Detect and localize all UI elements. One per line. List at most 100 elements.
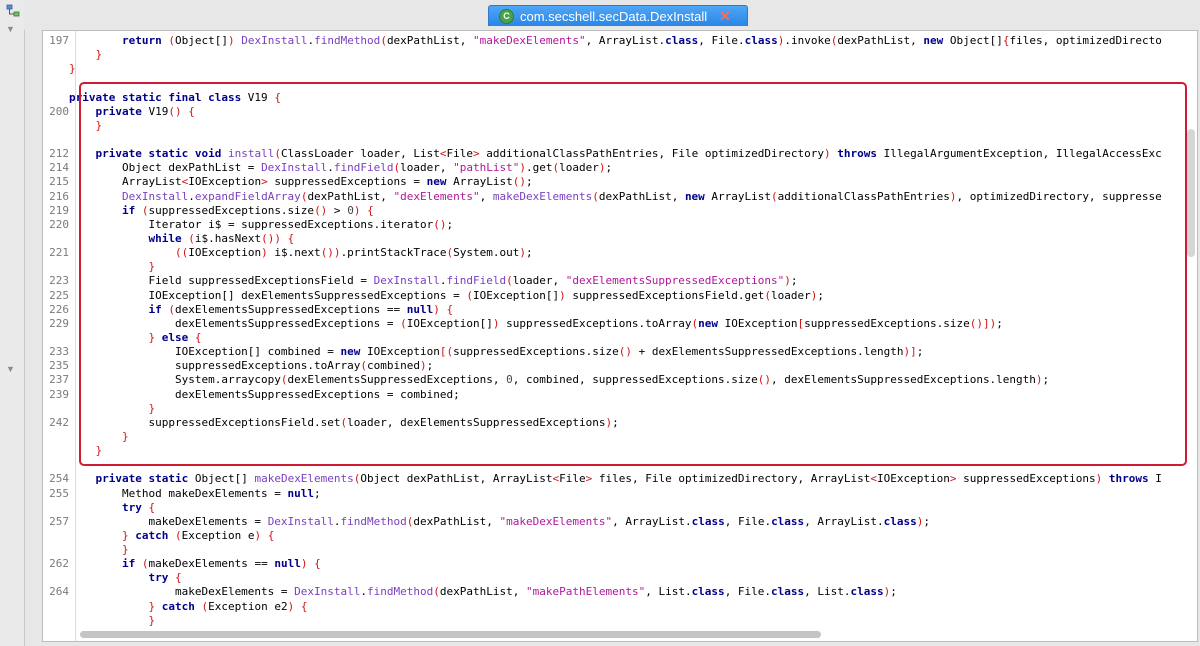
code-token: suppressedExceptionsField.get bbox=[565, 288, 765, 302]
code-token: ) bbox=[227, 34, 235, 47]
collapse-arrow-icon[interactable]: ▼ bbox=[6, 364, 15, 374]
code-text: suppressedExceptionsField.set(loader, de… bbox=[69, 416, 618, 430]
code-line[interactable]: 235 suppressedExceptions.toArray(combine… bbox=[43, 359, 1181, 373]
code-line[interactable]: 254 private static Object[] makeDexEleme… bbox=[43, 472, 1181, 486]
code-token: ) bbox=[261, 246, 268, 260]
code-text: } bbox=[69, 119, 103, 133]
code-token: . bbox=[327, 161, 334, 175]
code-text: makeDexElements = DexInstall.findMethod(… bbox=[69, 515, 930, 529]
code-token: ( bbox=[400, 316, 407, 330]
code-line[interactable]: } bbox=[43, 119, 1181, 133]
close-icon[interactable]: ✕ bbox=[719, 8, 731, 25]
code-token: null bbox=[287, 486, 315, 500]
code-line[interactable]: } bbox=[43, 614, 1181, 628]
code-text: private static final class V19 { bbox=[69, 91, 281, 105]
code-token: Object[] bbox=[174, 34, 228, 47]
code-line[interactable]: 237 System.arraycopy(dexElementsSuppress… bbox=[43, 373, 1181, 387]
code-token: ( bbox=[506, 274, 513, 288]
code-token: ) bbox=[559, 288, 566, 302]
code-token: additionalClassPathEntries, File optimiz… bbox=[479, 147, 825, 161]
code-line[interactable]: 216 DexInstall.expandFieldArray(dexPathL… bbox=[43, 190, 1181, 204]
code-token: ( bbox=[380, 34, 387, 47]
code-line[interactable]: } else { bbox=[43, 331, 1181, 345]
code-line[interactable]: 264 makeDexElements = DexInstall.findMet… bbox=[43, 585, 1181, 599]
code-token: dexPathList, bbox=[413, 514, 500, 528]
code-token: expandFieldArray bbox=[194, 189, 301, 203]
code-token: { bbox=[314, 557, 321, 571]
code-token: findMethod bbox=[340, 514, 407, 528]
code-token: , dexElementsSuppressedExceptions.length bbox=[771, 373, 1036, 387]
code-token: . bbox=[439, 274, 447, 288]
hierarchy-icon[interactable] bbox=[6, 4, 20, 18]
code-token: ; bbox=[890, 585, 897, 599]
code-line[interactable]: private static final class V19 { bbox=[43, 91, 1181, 105]
code-token: ArrayList bbox=[446, 175, 513, 189]
code-line[interactable]: } bbox=[43, 402, 1181, 416]
code-line[interactable]: 223 Field suppressedExceptionsField = De… bbox=[43, 274, 1181, 288]
code-line[interactable]: 197 return (Object[]) DexInstall.findMet… bbox=[43, 34, 1181, 48]
code-line[interactable]: } bbox=[43, 444, 1181, 458]
code-token: dexPathList, bbox=[439, 585, 526, 599]
code-line[interactable]: 212 private static void install(ClassLoa… bbox=[43, 147, 1181, 161]
code-token: "makeDexElements" bbox=[473, 34, 586, 47]
code-line[interactable]: 225 IOException[] dexElementsSuppressedE… bbox=[43, 289, 1181, 303]
code-line[interactable]: 221 ((IOException) i$.next()).printStack… bbox=[43, 246, 1181, 260]
code-line[interactable]: 219 if (suppressedExceptions.size() > 0)… bbox=[43, 204, 1181, 218]
code-line[interactable]: 255 Method makeDexElements = null; bbox=[43, 487, 1181, 501]
code-token: { bbox=[446, 302, 454, 316]
code-line[interactable]: 257 makeDexElements = DexInstall.findMet… bbox=[43, 515, 1181, 529]
code-token: ( bbox=[274, 147, 281, 161]
code-line[interactable]: 200 private V19() { bbox=[43, 105, 1181, 119]
code-token: > bbox=[327, 203, 348, 217]
code-token: > bbox=[949, 472, 957, 486]
code-editor[interactable]: 197 return (Object[]) DexInstall.findMet… bbox=[42, 30, 1198, 642]
code-token: try bbox=[148, 571, 169, 585]
code-token: files, File optimizedDirectory, ArrayLis… bbox=[592, 472, 871, 486]
collapse-arrow-icon[interactable]: ▼ bbox=[6, 24, 15, 34]
vertical-scrollbar[interactable] bbox=[1186, 37, 1196, 629]
editor-tab[interactable]: C com.secshell.secData.DexInstall ✕ bbox=[488, 5, 748, 26]
code-token: ; bbox=[923, 514, 931, 528]
code-line[interactable]: 229 dexElementsSuppressedExceptions = (I… bbox=[43, 317, 1181, 331]
code-text: try { bbox=[69, 501, 155, 515]
code-line[interactable]: } bbox=[43, 62, 1181, 76]
code-line[interactable]: } catch (Exception e) { bbox=[43, 529, 1181, 543]
code-token: ( bbox=[466, 288, 473, 302]
code-line[interactable] bbox=[43, 76, 1181, 90]
code-line[interactable]: } catch (Exception e2) { bbox=[43, 600, 1181, 614]
code-line[interactable]: } bbox=[43, 543, 1181, 557]
code-line[interactable]: try { bbox=[43, 571, 1181, 585]
code-content: 197 return (Object[]) DexInstall.findMet… bbox=[43, 34, 1181, 628]
code-line[interactable]: try { bbox=[43, 501, 1181, 515]
code-token: () bbox=[512, 175, 527, 189]
horizontal-scrollbar[interactable] bbox=[79, 631, 1179, 639]
vertical-scroll-thumb[interactable] bbox=[1187, 129, 1195, 257]
code-line[interactable]: } bbox=[43, 48, 1181, 62]
code-line[interactable]: 233 IOException[] combined = new IOExcep… bbox=[43, 345, 1181, 359]
code-line[interactable]: } bbox=[43, 260, 1181, 274]
code-token: makeDexElements = bbox=[69, 585, 295, 599]
code-token: loader bbox=[771, 288, 811, 302]
code-line[interactable]: 262 if (makeDexElements == null) { bbox=[43, 557, 1181, 571]
code-text: try { bbox=[69, 571, 181, 585]
horizontal-scroll-thumb[interactable] bbox=[80, 631, 821, 638]
code-token: { bbox=[188, 104, 195, 118]
code-line[interactable]: 215 ArrayList<IOException> suppressedExc… bbox=[43, 175, 1181, 189]
code-line[interactable]: 239 dexElementsSuppressedExceptions = co… bbox=[43, 388, 1181, 402]
code-line[interactable]: 220 Iterator i$ = suppressedExceptions.i… bbox=[43, 218, 1181, 232]
code-line[interactable] bbox=[43, 133, 1181, 147]
code-line[interactable]: } bbox=[43, 430, 1181, 444]
code-token: class bbox=[771, 585, 805, 599]
code-line[interactable]: 242 suppressedExceptionsField.set(loader… bbox=[43, 416, 1181, 430]
code-token: class bbox=[850, 585, 884, 599]
code-line[interactable]: 226 if (dexElementsSuppressedExceptions … bbox=[43, 303, 1181, 317]
code-line[interactable]: 214 Object dexPathList = DexInstall.find… bbox=[43, 161, 1181, 175]
code-line[interactable] bbox=[43, 458, 1181, 472]
code-token: Object[] bbox=[943, 34, 1003, 47]
code-line[interactable]: while (i$.hasNext()) { bbox=[43, 232, 1181, 246]
code-token: dexElementsSuppressedExceptions == bbox=[174, 302, 407, 316]
